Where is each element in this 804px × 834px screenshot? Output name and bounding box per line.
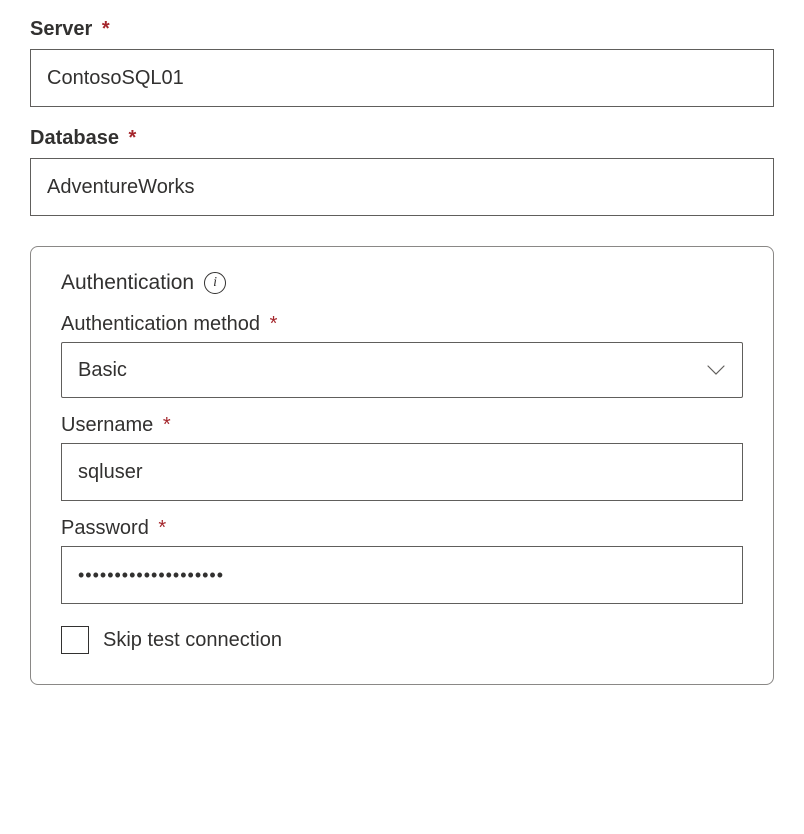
username-group: Username *: [61, 414, 743, 501]
server-label-text: Server: [30, 18, 92, 40]
username-label: Username *: [61, 414, 743, 437]
database-input[interactable]: [30, 158, 774, 216]
username-label-text: Username: [61, 414, 153, 436]
skip-test-row: Skip test connection: [61, 626, 743, 654]
password-group: Password *: [61, 517, 743, 604]
auth-method-label-text: Authentication method: [61, 313, 260, 335]
auth-method-group: Authentication method * Basic: [61, 313, 743, 398]
password-label-text: Password: [61, 517, 149, 539]
required-indicator: *: [129, 127, 137, 149]
required-indicator: *: [163, 414, 171, 436]
server-field-group: Server *: [30, 18, 774, 107]
info-icon[interactable]: i: [204, 272, 226, 294]
database-label: Database *: [30, 127, 774, 150]
server-label: Server *: [30, 18, 774, 41]
password-label: Password *: [61, 517, 743, 540]
required-indicator: *: [158, 517, 166, 539]
username-input[interactable]: [61, 443, 743, 501]
auth-method-select-wrap: Basic: [61, 342, 743, 398]
skip-test-checkbox[interactable]: [61, 626, 89, 654]
auth-method-value: Basic: [78, 359, 127, 382]
server-input[interactable]: [30, 49, 774, 107]
password-input[interactable]: [61, 546, 743, 604]
authentication-panel: Authentication i Authentication method *…: [30, 246, 774, 685]
database-field-group: Database *: [30, 127, 774, 216]
authentication-title-text: Authentication: [61, 271, 194, 295]
required-indicator: *: [270, 313, 278, 335]
auth-method-select[interactable]: Basic: [61, 342, 743, 398]
skip-test-label: Skip test connection: [103, 629, 282, 652]
authentication-panel-title: Authentication i: [61, 271, 743, 295]
auth-method-label: Authentication method *: [61, 313, 743, 336]
required-indicator: *: [102, 18, 110, 40]
database-label-text: Database: [30, 127, 119, 149]
